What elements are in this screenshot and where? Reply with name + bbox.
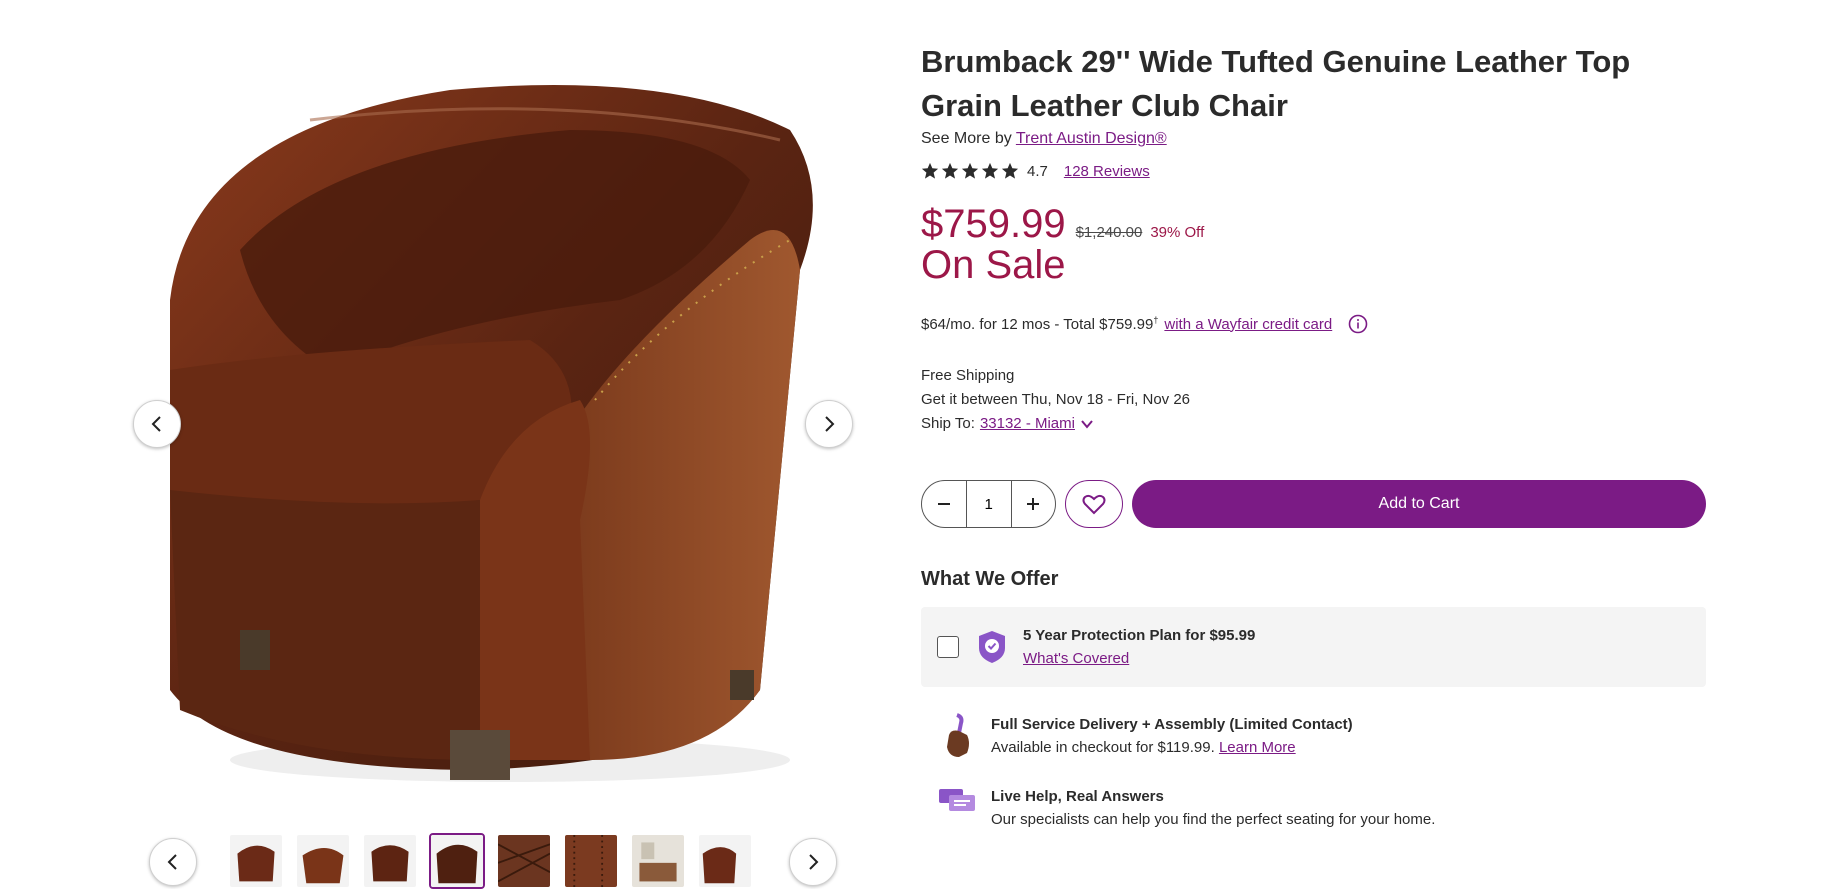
protection-plan-card: 5 Year Protection Plan for $95.99 What's… — [921, 607, 1706, 687]
whats-covered-link[interactable]: What's Covered — [1023, 647, 1255, 670]
main-product-image[interactable] — [150, 70, 840, 800]
product-title: Brumback 29'' Wide Tufted Genuine Leathe… — [921, 44, 1631, 123]
chat-icon — [939, 789, 975, 811]
gallery-next-button[interactable] — [805, 400, 853, 448]
credit-card-link[interactable]: with a Wayfair credit card — [1164, 316, 1332, 333]
thumbnail[interactable] — [697, 833, 753, 889]
rating-value: 4.7 — [1027, 162, 1048, 180]
live-help-description: Our specialists can help you find the pe… — [991, 811, 1436, 828]
decrease-quantity-button[interactable] — [922, 481, 966, 527]
thumbnails-prev-button[interactable] — [149, 838, 197, 886]
star-icon — [941, 162, 959, 179]
add-to-cart-button[interactable]: Add to Cart — [1132, 480, 1706, 528]
rating-row[interactable]: 4.7 128 Reviews — [921, 162, 1706, 180]
reviews-link[interactable]: 128 Reviews — [1064, 163, 1150, 180]
product-info: Brumback 29'' Wide Tufted Genuine Leathe… — [921, 40, 1706, 831]
star-icon — [961, 162, 979, 179]
delivery-window: Get it between Thu, Nov 18 - Fri, Nov 26 — [921, 391, 1191, 408]
thumbnail[interactable] — [295, 833, 351, 889]
free-shipping-label: Free Shipping — [921, 367, 1015, 384]
gallery-prev-button[interactable] — [133, 400, 181, 448]
brand-link[interactable]: Trent Austin Design® — [1016, 130, 1167, 147]
chevron-right-icon — [825, 416, 835, 432]
thumbnail[interactable] — [496, 833, 552, 889]
ship-to-row: Ship To: 33132 - Miami — [921, 412, 1706, 436]
what-we-offer-heading: What We Offer — [921, 568, 1059, 590]
increase-quantity-button[interactable] — [1012, 481, 1056, 527]
heart-icon — [1082, 494, 1106, 515]
shipping-info: Free Shipping Get it between Thu, Nov 18… — [921, 364, 1706, 436]
minus-icon — [937, 503, 950, 505]
live-help-text: Live Help, Real Answers Our specialists … — [991, 785, 1435, 831]
shield-check-icon — [979, 631, 1005, 663]
brand-line: See More by Trent Austin Design® — [921, 130, 1706, 148]
protection-plan-checkbox[interactable] — [937, 636, 959, 658]
learn-more-link[interactable]: Learn More — [1219, 739, 1296, 756]
quantity-stepper — [921, 480, 1057, 528]
thumbnail[interactable] — [362, 833, 418, 889]
thumbnail[interactable] — [563, 833, 619, 889]
assembly-description: Available in checkout for $119.99. Learn… — [991, 739, 1296, 756]
star-icon — [921, 162, 939, 179]
quantity-input[interactable] — [965, 481, 1012, 527]
chevron-left-icon — [167, 854, 177, 870]
thumbnails-next-button[interactable] — [789, 838, 837, 886]
star-rating — [921, 162, 1019, 180]
chevron-down-icon[interactable] — [1080, 417, 1094, 431]
live-help-title: Live Help, Real Answers — [991, 788, 1164, 805]
plus-icon — [1027, 498, 1040, 510]
ship-to-location-link[interactable]: 33132 - Miami — [980, 412, 1075, 436]
on-sale-label: On Sale — [921, 243, 1066, 287]
chevron-left-icon — [151, 416, 161, 432]
thumbnail-active[interactable] — [429, 833, 485, 889]
star-icon — [981, 162, 999, 179]
protection-plan-title: 5 Year Protection Plan for $95.99 — [1023, 627, 1256, 644]
financing-text: $64/mo. for 12 mos - Total $759.99† — [921, 315, 1159, 333]
price-row: $759.99 $1,240.00 39% Off — [921, 204, 1706, 244]
add-to-cart-row: Add to Cart — [921, 480, 1706, 528]
thumbnail-strip — [228, 833, 753, 889]
discount-label: 39% Off — [1150, 224, 1205, 241]
thumbnail[interactable] — [228, 833, 284, 889]
live-help-feature: Live Help, Real Answers Our specialists … — [921, 785, 1706, 831]
product-gallery — [0, 0, 900, 889]
assembly-title: Full Service Delivery + Assembly (Limite… — [991, 716, 1353, 733]
financing-row: $64/mo. for 12 mos - Total $759.99† with… — [921, 314, 1706, 334]
info-icon[interactable] — [1348, 314, 1368, 334]
chevron-right-icon — [809, 854, 819, 870]
assembly-text: Full Service Delivery + Assembly (Limite… — [991, 713, 1353, 759]
assembly-hand-icon — [947, 713, 969, 757]
original-price: $1,240.00 — [1075, 224, 1143, 241]
protection-plan-text: 5 Year Protection Plan for $95.99 What's… — [1023, 624, 1255, 670]
add-to-favorites-button[interactable] — [1065, 480, 1123, 528]
ship-to-label: Ship To: — [921, 415, 975, 432]
club-chair-illustration — [170, 85, 813, 782]
star-icon — [1001, 162, 1019, 179]
see-more-prefix: See More by — [921, 130, 1012, 147]
sale-price: $759.99 — [921, 202, 1066, 246]
assembly-feature: Full Service Delivery + Assembly (Limite… — [921, 713, 1706, 759]
thumbnail[interactable] — [630, 833, 686, 889]
